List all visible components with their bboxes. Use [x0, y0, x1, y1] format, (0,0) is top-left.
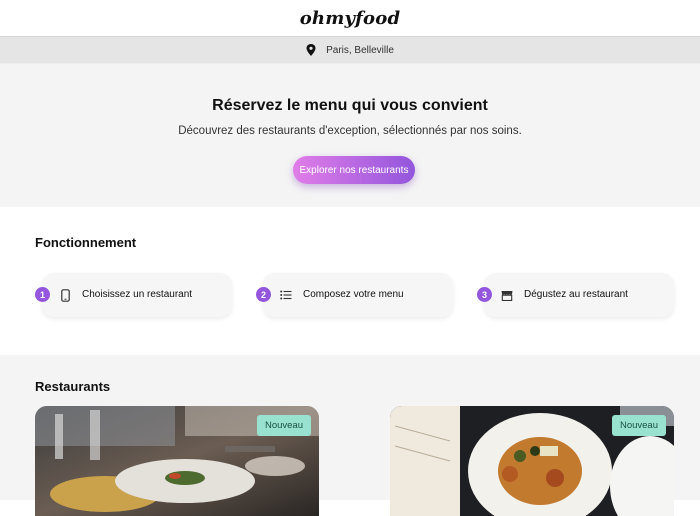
location-bar: Paris, Belleville: [0, 36, 700, 64]
step-label: Choisissez un restaurant: [82, 289, 193, 300]
step-label: Composez votre menu: [303, 289, 404, 300]
step-label: Dégustez au restaurant: [524, 289, 628, 300]
step-card-2: 2 Composez votre menu: [256, 273, 453, 317]
list-icon: [279, 288, 293, 302]
map-pin-icon: [306, 44, 316, 56]
step-card-1: 1 Choisissez un restaurant: [35, 273, 232, 317]
explore-restaurants-button[interactable]: Explorer nos restaurants: [293, 156, 415, 184]
restaurants-section: Restaurants Nouveau Nouveau: [0, 355, 700, 516]
logo[interactable]: ohmyfood: [300, 8, 401, 29]
phone-icon: [58, 288, 72, 302]
step-number: 1: [35, 287, 50, 302]
location-text: Paris, Belleville: [326, 44, 394, 56]
step-number: 3: [477, 287, 492, 302]
store-icon: [500, 288, 514, 302]
new-badge: Nouveau: [611, 415, 666, 436]
new-badge: Nouveau: [256, 415, 311, 436]
hero-subtitle: Découvrez des restaurants d'exception, s…: [178, 125, 522, 137]
section-title-how: Fonctionnement: [35, 235, 137, 250]
hero-section: Réservez le menu qui vous convient Décou…: [0, 64, 700, 207]
section-title-restaurants: Restaurants: [35, 379, 111, 394]
header: ohmyfood: [0, 0, 700, 36]
hero-title: Réservez le menu qui vous convient: [212, 97, 488, 114]
how-it-works-section: Fonctionnement 1 Choisissez un restauran…: [0, 207, 700, 355]
step-card-3: 3 Dégustez au restaurant: [477, 273, 674, 317]
step-number: 2: [256, 287, 271, 302]
